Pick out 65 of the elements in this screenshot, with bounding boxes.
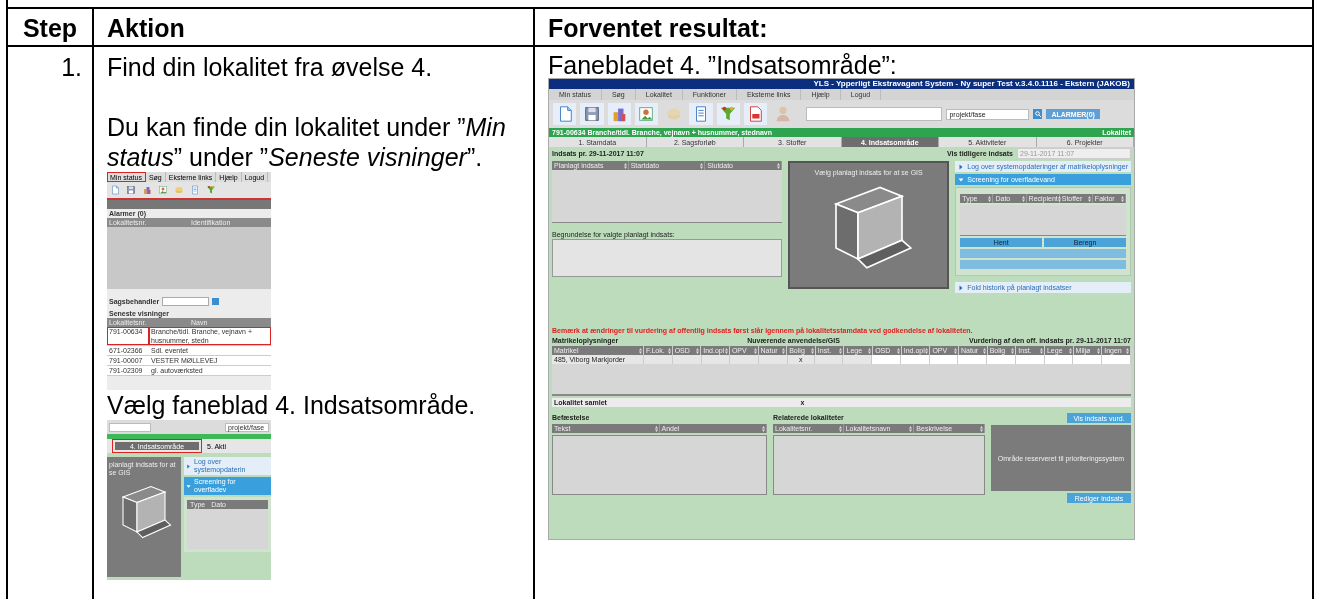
sort-icon xyxy=(988,195,992,202)
document-icon xyxy=(110,185,120,195)
sort-icon xyxy=(639,347,642,354)
search-icon xyxy=(1034,111,1041,117)
column-header: Step xyxy=(8,9,92,47)
sort-icon xyxy=(925,347,929,354)
sort-icon xyxy=(1121,195,1124,202)
result-caption: Fanebladet 4. ”Indsatsområde”: xyxy=(548,52,898,78)
sort-icon xyxy=(1057,195,1061,202)
sort-icon xyxy=(982,347,986,354)
toolbar-button[interactable] xyxy=(743,103,767,125)
sort-icon xyxy=(782,347,786,354)
instruction-text: Du kan finde din lokalitet under ”Min status” under ”Seneste visninger”. xyxy=(107,112,507,172)
sort-icon xyxy=(1068,347,1072,354)
sort-icon xyxy=(753,347,757,354)
sort-icon xyxy=(810,347,814,354)
search-button[interactable] xyxy=(1033,109,1043,119)
sort-icon xyxy=(700,162,704,169)
caret-right-icon xyxy=(958,284,965,291)
sort-icon xyxy=(667,347,671,354)
filter-icon xyxy=(206,185,216,195)
window-title: YLS - Ypperligt Ekstravagant System - Ny super Test v.3.4.0.1116 - Ekstern (JAKOB) xyxy=(549,79,1134,89)
column-header: Aktion xyxy=(92,9,533,47)
select-button[interactable] xyxy=(212,297,220,305)
sort-icon xyxy=(623,162,627,169)
instruction-text: Vælg faneblad 4. Indsatsområde. xyxy=(107,390,477,420)
sort-icon xyxy=(654,425,658,432)
report-icon xyxy=(190,185,200,195)
sort-icon xyxy=(868,347,872,354)
picture-icon xyxy=(637,105,656,123)
text-field[interactable] xyxy=(109,422,151,432)
column-header: Forventet resultat: xyxy=(533,9,1312,47)
sort-icon xyxy=(980,425,983,432)
select-field[interactable] xyxy=(162,296,210,306)
toolbar-button[interactable] xyxy=(716,103,740,125)
step-number: 1. xyxy=(61,53,82,81)
sort-icon xyxy=(762,425,765,432)
sort-icon xyxy=(696,347,700,354)
sort-icon xyxy=(1011,347,1015,354)
sort-icon xyxy=(838,425,842,432)
sort-icon xyxy=(909,425,913,432)
instruction-text: Find din lokalitet fra øvelse 4. xyxy=(107,52,434,82)
toolbar-button[interactable] xyxy=(580,103,604,125)
toolbar-button[interactable] xyxy=(634,103,658,125)
text-field[interactable] xyxy=(806,107,943,121)
sort-icon xyxy=(1097,347,1101,354)
picture-icon xyxy=(158,185,168,195)
caret-right-icon xyxy=(186,463,191,469)
sort-icon xyxy=(1021,195,1025,202)
toolbar-button[interactable] xyxy=(607,103,631,125)
caret-down-icon xyxy=(186,483,191,489)
sort-icon xyxy=(776,162,780,169)
text-area[interactable] xyxy=(552,239,782,277)
sort-icon xyxy=(1039,347,1043,354)
sort-icon xyxy=(724,347,728,354)
sort-icon xyxy=(954,347,958,354)
sort-icon xyxy=(839,347,843,354)
sort-icon xyxy=(1125,347,1129,354)
toolbar-button[interactable] xyxy=(689,103,713,125)
sort-icon xyxy=(896,347,900,354)
caret-down-icon xyxy=(958,176,965,183)
coins-icon xyxy=(174,185,184,195)
caret-right-icon xyxy=(958,163,965,170)
sort-icon xyxy=(1087,195,1091,202)
toolbar-button[interactable] xyxy=(553,103,577,125)
